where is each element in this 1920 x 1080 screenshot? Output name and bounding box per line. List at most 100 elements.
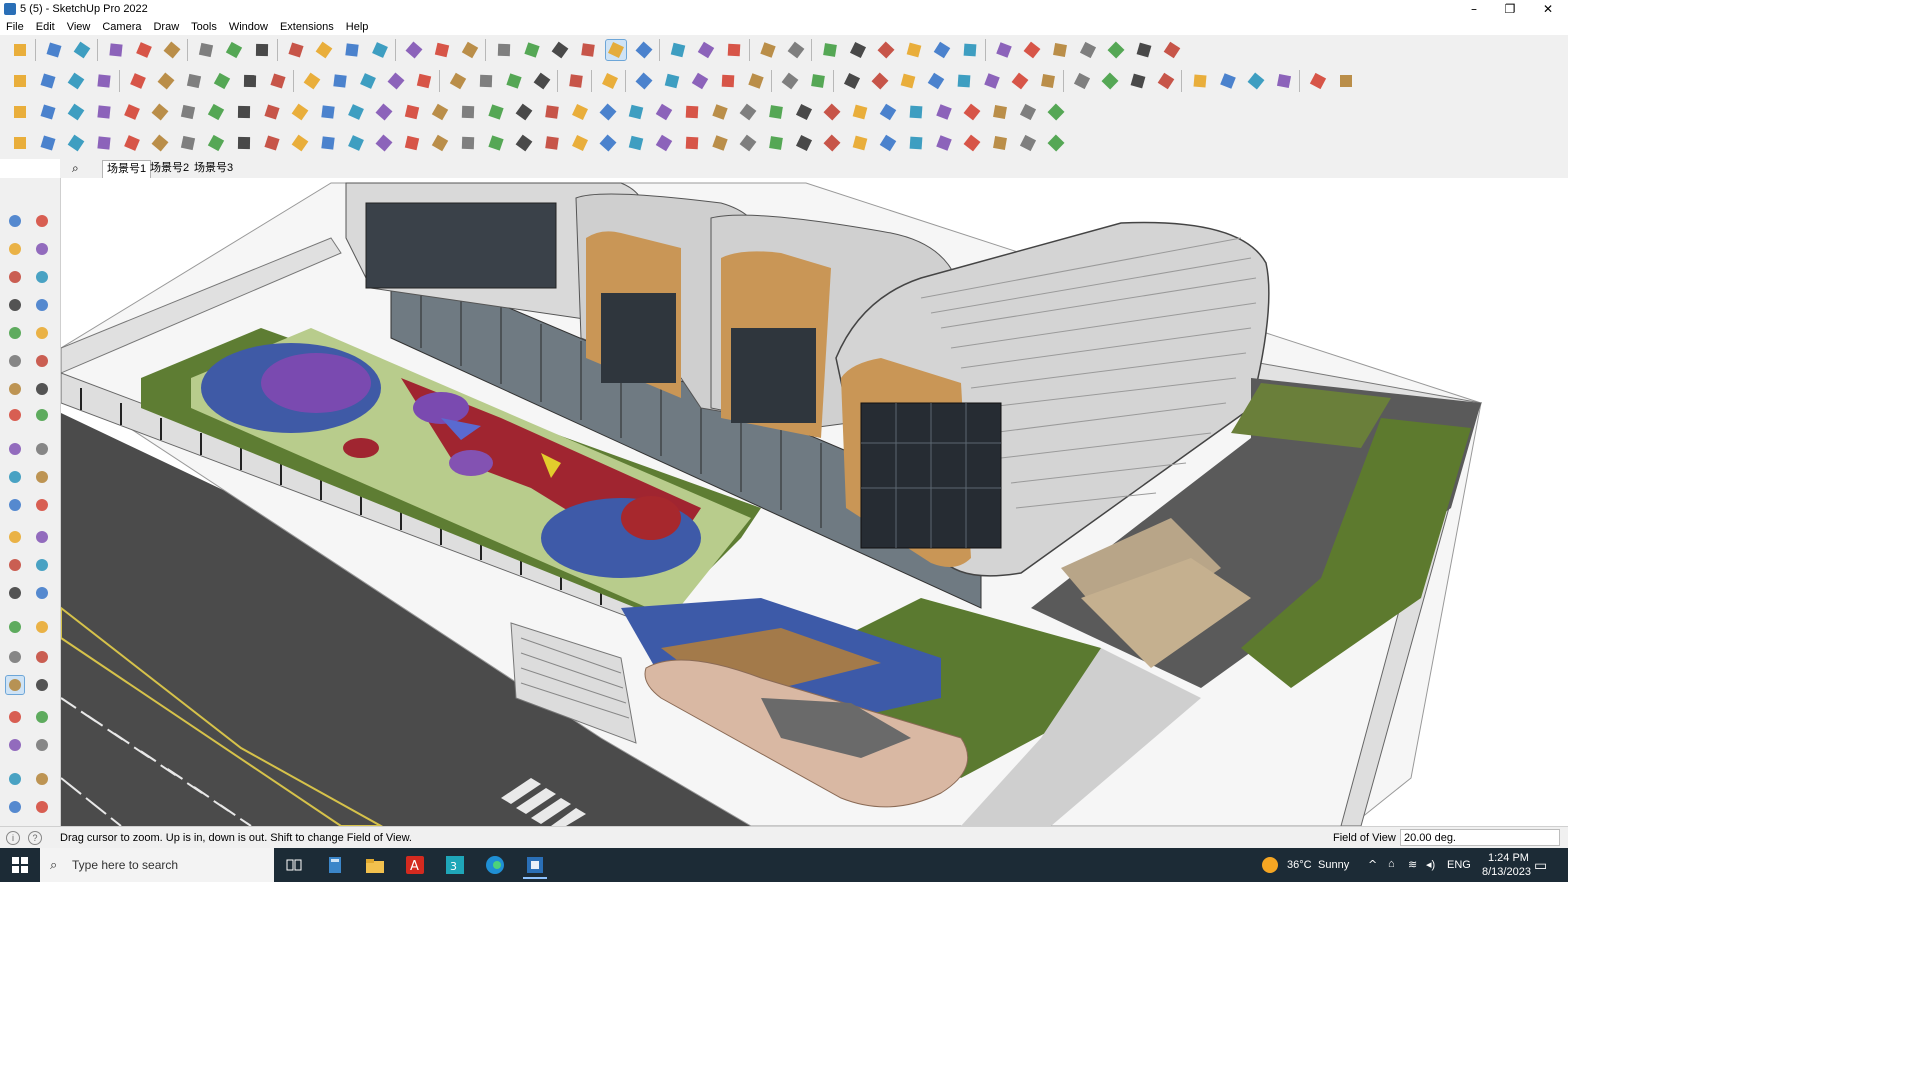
info-icon[interactable]: i [6, 831, 20, 845]
tool-icon[interactable] [654, 102, 674, 122]
tool-icon[interactable] [6, 296, 24, 314]
tool-icon[interactable] [94, 71, 114, 91]
tool-icon[interactable] [926, 71, 946, 91]
tool-icon[interactable] [6, 212, 24, 230]
tool-icon[interactable] [578, 40, 598, 60]
tool-icon[interactable] [156, 71, 176, 91]
menu-draw[interactable]: Draw [147, 19, 185, 35]
tool-icon[interactable] [690, 71, 710, 91]
wifi-icon[interactable]: ≋ [1408, 858, 1417, 871]
tool-icon[interactable] [822, 133, 842, 153]
tool-icon[interactable] [128, 71, 148, 91]
tool-icon[interactable] [878, 133, 898, 153]
tool-icon[interactable] [10, 102, 30, 122]
tool-icon[interactable] [33, 736, 51, 754]
tool-icon[interactable] [6, 736, 24, 754]
tool-icon[interactable] [314, 40, 334, 60]
tool-icon[interactable] [33, 676, 51, 694]
menu-view[interactable]: View [61, 19, 97, 35]
tool-icon[interactable] [626, 133, 646, 153]
tool-icon[interactable] [476, 71, 496, 91]
tool-icon[interactable] [962, 102, 982, 122]
tool-icon[interactable] [430, 102, 450, 122]
tool-icon[interactable] [982, 71, 1002, 91]
tool-icon[interactable] [662, 71, 682, 91]
tool-icon[interactable] [598, 102, 618, 122]
tool-icon[interactable] [346, 102, 366, 122]
tool-icon[interactable] [10, 133, 30, 153]
tool-icon[interactable] [904, 40, 924, 60]
tool-icon[interactable] [432, 40, 452, 60]
tool-icon[interactable] [150, 133, 170, 153]
weather-temp[interactable]: 36°C [1287, 859, 1312, 871]
tool-icon[interactable] [626, 102, 646, 122]
tool-icon[interactable] [1190, 71, 1210, 91]
tool-icon[interactable] [33, 648, 51, 666]
tool-icon[interactable] [134, 40, 154, 60]
tool-icon[interactable] [346, 133, 366, 153]
tool-icon[interactable] [33, 352, 51, 370]
tool-icon[interactable] [850, 102, 870, 122]
tool-icon[interactable] [766, 133, 786, 153]
tool-icon[interactable] [33, 584, 51, 602]
tool-icon[interactable] [286, 40, 306, 60]
tool-icon[interactable] [386, 71, 406, 91]
tool-icon[interactable] [370, 40, 390, 60]
tool-icon[interactable] [514, 102, 534, 122]
tool-icon[interactable] [848, 40, 868, 60]
tool-icon[interactable] [6, 380, 24, 398]
tool-icon[interactable] [122, 102, 142, 122]
tool-icon[interactable] [504, 71, 524, 91]
tool-icon[interactable] [196, 40, 216, 60]
tool-icon[interactable] [486, 102, 506, 122]
tool-icon[interactable] [1072, 71, 1092, 91]
language-indicator[interactable]: ENG [1447, 859, 1471, 871]
tool-icon[interactable] [1050, 40, 1070, 60]
tool-icon[interactable] [33, 212, 51, 230]
tool-icon[interactable] [262, 102, 282, 122]
tool-icon[interactable] [960, 40, 980, 60]
tool-icon[interactable] [66, 71, 86, 91]
tool-icon[interactable] [1128, 71, 1148, 91]
search-icon[interactable]: ⌕ [72, 161, 79, 176]
menu-extensions[interactable]: Extensions [274, 19, 340, 35]
menu-edit[interactable]: Edit [30, 19, 61, 35]
tool-icon[interactable] [1156, 71, 1176, 91]
tool-icon[interactable] [6, 324, 24, 342]
tool-icon[interactable] [1134, 40, 1154, 60]
tool-icon[interactable] [6, 528, 24, 546]
tool-icon[interactable] [794, 133, 814, 153]
sketchup-icon[interactable] [523, 853, 547, 879]
tool-icon[interactable] [718, 71, 738, 91]
tool-icon[interactable] [6, 468, 24, 486]
tool-icon[interactable] [794, 102, 814, 122]
tool-icon[interactable] [33, 240, 51, 258]
tool-icon[interactable] [542, 133, 562, 153]
tool-icon[interactable] [178, 102, 198, 122]
tool-icon[interactable] [38, 102, 58, 122]
tool-icon[interactable] [906, 133, 926, 153]
tool-icon[interactable] [33, 770, 51, 788]
tool-icon[interactable] [710, 133, 730, 153]
edge-icon[interactable] [483, 853, 507, 877]
tool-icon[interactable] [94, 102, 114, 122]
scene-tab-2[interactable]: 场景号2 [146, 160, 193, 177]
tool-icon[interactable] [682, 133, 702, 153]
tool-icon[interactable] [402, 102, 422, 122]
tool-icon[interactable] [1218, 71, 1238, 91]
acrobat-icon[interactable]: A [403, 853, 427, 877]
weather-text[interactable]: Sunny [1318, 859, 1349, 871]
tool-icon[interactable] [1274, 71, 1294, 91]
tool-icon[interactable] [822, 102, 842, 122]
tool-icon[interactable] [6, 556, 24, 574]
tool-icon[interactable] [458, 133, 478, 153]
menu-window[interactable]: Window [223, 19, 274, 35]
close-button[interactable]: ✕ [1530, 0, 1566, 19]
tool-icon[interactable] [318, 102, 338, 122]
tool-icon[interactable] [522, 40, 542, 60]
tool-icon[interactable] [738, 133, 758, 153]
tool-icon[interactable] [786, 40, 806, 60]
tool-icon[interactable] [850, 133, 870, 153]
tool-icon[interactable] [72, 40, 92, 60]
tool-icon[interactable] [820, 40, 840, 60]
